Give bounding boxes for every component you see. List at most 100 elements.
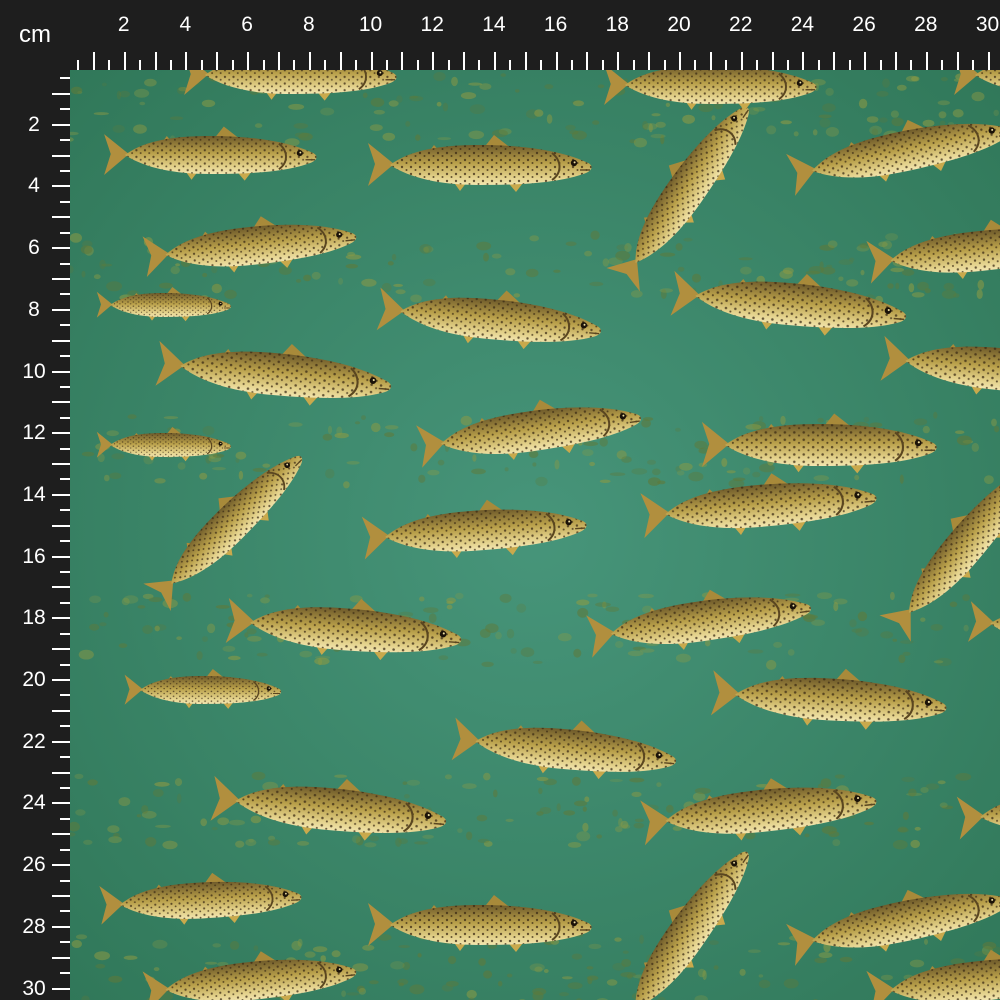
gravel-pebble (513, 293, 521, 298)
ruler-label-top: 4 (179, 13, 192, 36)
gravel-pebble (599, 437, 608, 447)
gravel-pebble (991, 418, 997, 427)
gravel-pebble (880, 631, 894, 639)
gravel-pebble (101, 82, 107, 87)
gravel-pebble (609, 778, 623, 783)
gravel-pebble (148, 597, 163, 603)
gravel-pebble (410, 443, 418, 452)
gravel-pebble (780, 120, 792, 125)
gravel-pebble (565, 124, 576, 131)
gravel-pebble (911, 292, 925, 298)
gravel-pebble (384, 425, 399, 430)
gravel-pebble (742, 467, 751, 475)
ruler-label-left: 12 (22, 421, 46, 445)
ruler-tick (524, 52, 527, 70)
gravel-pebble (993, 109, 999, 117)
ruler-label-left: 28 (22, 914, 46, 938)
gravel-pebble (536, 811, 544, 816)
gravel-pebble (949, 601, 958, 608)
ruler-label-top: 24 (790, 13, 815, 36)
gravel-pebble (154, 625, 160, 632)
gravel-pebble (955, 773, 972, 781)
gravel-pebble (104, 474, 110, 482)
gravel-pebble (202, 425, 215, 436)
ruler-tick (60, 478, 70, 481)
gravel-pebble (586, 975, 599, 981)
gravel-pebble (387, 261, 394, 266)
gravel-pebble (89, 595, 101, 604)
gravel-pebble (477, 838, 490, 844)
ruler-tick (802, 52, 805, 70)
gravel-pebble (87, 779, 98, 786)
gravel-pebble (639, 934, 644, 945)
gravel-pebble (247, 635, 262, 642)
gravel-pebble (288, 103, 305, 110)
gravel-pebble (544, 84, 554, 90)
ruler-tick (52, 216, 70, 219)
gravel-pebble (599, 479, 611, 483)
horizontal-ruler: 2 4 6 8 10 12 14 16 18 20 22 24 26 28 30 (70, 0, 1000, 70)
gravel-pebble (820, 266, 836, 275)
ruler-label-left: 26 (22, 853, 46, 877)
gravel-pebble (500, 73, 506, 77)
gravel-pebble (402, 781, 408, 785)
gravel-pebble (543, 969, 549, 973)
gravel-pebble (590, 230, 600, 240)
gravel-pebble (849, 619, 857, 628)
gravel-pebble (177, 462, 186, 470)
gravel-pebble (589, 461, 595, 467)
gravel-pebble (892, 638, 898, 642)
gravel-pebble (745, 424, 762, 430)
ruler-label-left: 4 (28, 174, 40, 198)
gravel-pebble (471, 468, 486, 475)
gravel-pebble (606, 979, 618, 986)
gravel-pebble (634, 818, 644, 823)
gravel-pebble (708, 940, 719, 945)
gravel-pebble (298, 132, 313, 141)
gravel-pebble (782, 267, 794, 275)
gravel-pebble (78, 649, 94, 660)
gravel-pebble (437, 459, 445, 466)
gravel-pebble (897, 826, 908, 833)
gravel-pebble (371, 422, 381, 433)
gravel-pebble (561, 976, 573, 980)
gravel-pebble (419, 596, 425, 602)
gravel-pebble (252, 467, 267, 472)
gravel-pebble (406, 779, 421, 786)
gravel-pebble (582, 806, 587, 812)
ruler-tick (894, 52, 897, 70)
gravel-pebble (352, 835, 361, 844)
gravel-pebble (361, 415, 366, 420)
ruler-tick (185, 52, 188, 70)
gravel-pebble (920, 787, 929, 793)
gravel-pebble (952, 109, 964, 118)
gravel-pebble (930, 624, 943, 631)
gravel-pebble (747, 107, 759, 115)
gravel-pebble (516, 603, 527, 613)
ruler-tick (60, 293, 70, 296)
gravel-pebble (535, 476, 548, 487)
gravel-pebble (217, 817, 230, 826)
gravel-pebble (245, 838, 257, 847)
gravel-pebble (739, 968, 746, 976)
ruler-tick (339, 52, 342, 70)
gravel-pebble (827, 240, 838, 248)
gravel-pebble (107, 825, 120, 833)
gravel-pebble (546, 114, 553, 124)
gravel-pebble (202, 272, 208, 278)
gravel-pebble (643, 417, 654, 421)
gravel-pebble (505, 818, 514, 823)
gravel-pebble (940, 77, 948, 82)
gravel-pebble (111, 453, 125, 460)
ruler-label-left: 22 (22, 729, 46, 753)
gravel-pebble (817, 417, 824, 423)
gravel-pebble (642, 120, 649, 131)
gravel-pebble (422, 834, 434, 839)
gravel-pebble (924, 288, 931, 294)
gravel-pebble (846, 279, 859, 287)
gravel-pebble (924, 938, 928, 945)
gravel-pebble (417, 953, 422, 958)
gravel-pebble (101, 263, 113, 267)
gravel-pebble (589, 281, 604, 287)
gravel-pebble (476, 241, 492, 251)
